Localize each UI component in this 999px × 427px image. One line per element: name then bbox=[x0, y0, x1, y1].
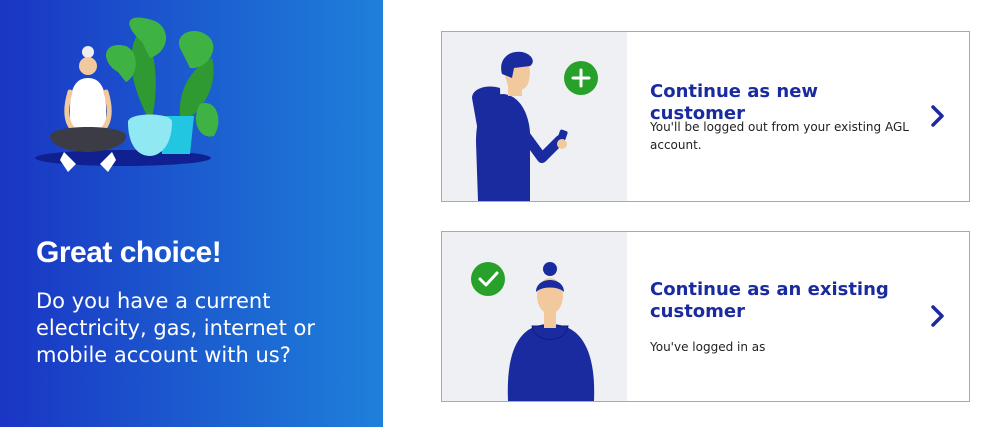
existing-customer-description: You've logged in as bbox=[650, 340, 766, 354]
meditating-person-illustration bbox=[35, 17, 219, 172]
chevron-right-icon[interactable] bbox=[930, 104, 946, 128]
new-customer-illustration bbox=[442, 32, 627, 201]
plus-icon bbox=[564, 61, 598, 95]
existing-customer-card[interactable]: Continue as an existing customer You've … bbox=[441, 231, 970, 402]
chevron-right-icon[interactable] bbox=[930, 304, 946, 328]
intro-panel: Great choice! Do you have a current elec… bbox=[0, 0, 383, 427]
panel-question: Do you have a current electricity, gas, … bbox=[36, 289, 315, 367]
existing-customer-title: Continue as an existing customer bbox=[650, 279, 889, 322]
existing-customer-illustration bbox=[442, 232, 627, 401]
panel-title: Great choice! bbox=[36, 236, 222, 269]
new-customer-description: You'll be logged out from your existing … bbox=[650, 120, 909, 152]
new-customer-card[interactable]: Continue as new customer You'll be logge… bbox=[441, 31, 970, 202]
